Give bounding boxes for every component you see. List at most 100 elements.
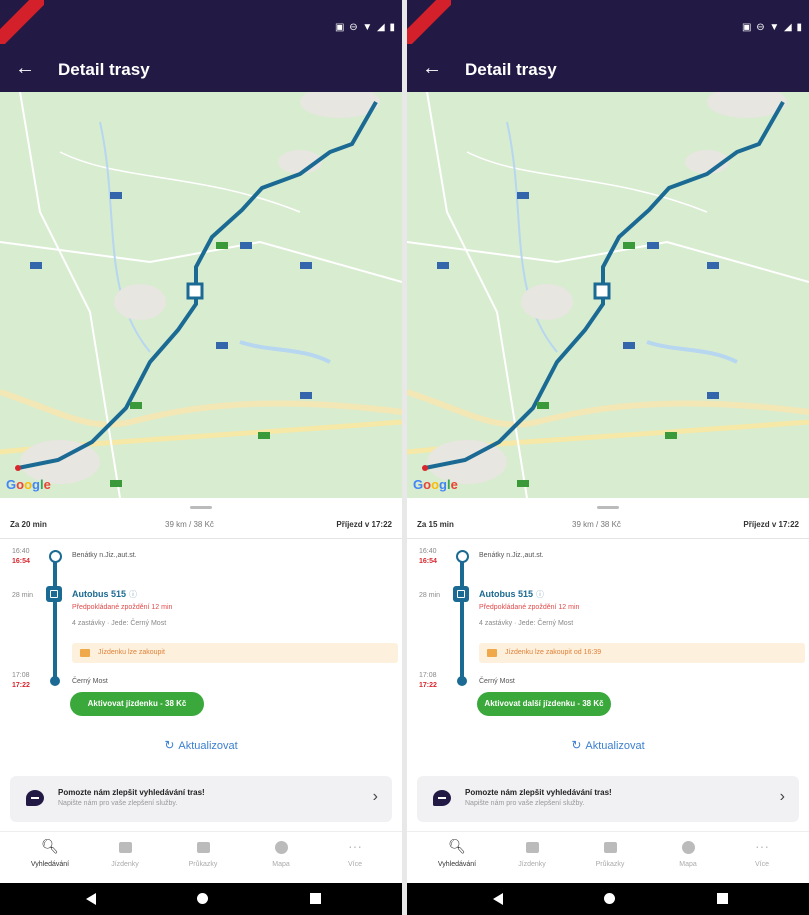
bus-stop-marker[interactable]: [593, 282, 611, 300]
departure-in: Za 20 min: [10, 520, 47, 529]
nav-search[interactable]: 🔍︎ Vyhledávání: [15, 838, 85, 868]
end-stop-name[interactable]: Černý Most: [479, 678, 515, 685]
distance-price: 39 km / 38 Kč: [572, 520, 621, 529]
phone-screen-left: ▣ ⊖ ▼ ◢ ▮ ← Detail trasy Google Za 20 mi…: [0, 0, 402, 915]
nav-map[interactable]: Mapa: [653, 838, 723, 868]
nav-search[interactable]: 🔍︎ Vyhledávání: [422, 838, 492, 868]
stops-count[interactable]: 4 zastávky · Jede: Černý Most: [72, 620, 166, 627]
back-arrow-icon[interactable]: ←: [12, 55, 38, 81]
end-stop-dot: [50, 676, 60, 686]
system-navigation-bar: [0, 883, 402, 915]
refresh-icon: ↻: [164, 738, 175, 752]
delay-warning: Předpokládané zpoždění 12 min: [479, 604, 580, 611]
stops-count[interactable]: 4 zastávky · Jede: Černý Most: [479, 620, 573, 627]
map-canvas[interactable]: [0, 92, 402, 498]
back-arrow-icon[interactable]: ←: [419, 55, 445, 81]
more-icon: ···: [348, 838, 362, 854]
status-icons: ▣ ⊖ ▼ ◢ ▮: [741, 22, 803, 33]
status-bar: ▣ ⊖ ▼ ◢ ▮: [0, 0, 402, 48]
delay-warning: Předpokládané zpoždění 12 min: [72, 604, 173, 611]
sheet-drag-handle[interactable]: [597, 506, 619, 509]
debug-ribbon: [0, 0, 44, 44]
ticket-icon: [80, 649, 90, 657]
page-title: Detail trasy: [465, 60, 557, 79]
info-icon[interactable]: ⓘ: [536, 590, 544, 599]
refresh-button[interactable]: ↻ Aktualizovat: [407, 738, 809, 752]
bottom-navigation: 🔍︎ Vyhledávání Jízdenky Průkazky Mapa ···…: [0, 831, 402, 884]
compass-icon: [274, 841, 288, 854]
system-back-icon[interactable]: [493, 893, 503, 905]
nav-more[interactable]: ··· Více: [727, 838, 797, 868]
ticket-notice: Jízdenku lze zakoupit: [72, 643, 398, 663]
chevron-right-icon: ›: [372, 788, 378, 805]
bus-icon: [453, 586, 469, 602]
page-title: Detail trasy: [58, 60, 150, 79]
chat-icon: [26, 790, 44, 806]
nav-more[interactable]: ··· Více: [320, 838, 390, 868]
status-icons: ▣ ⊖ ▼ ◢ ▮: [334, 22, 396, 33]
system-home-icon[interactable]: [604, 893, 615, 904]
system-back-icon[interactable]: [86, 893, 96, 905]
bus-line-link[interactable]: Autobus 515 ⓘ: [72, 589, 137, 600]
notice-text: Jízdenku lze zakoupit: [98, 649, 165, 656]
refresh-icon: ↻: [571, 738, 582, 752]
nav-tickets[interactable]: Jízdenky: [90, 838, 160, 868]
search-icon: 🔍︎: [41, 838, 59, 854]
status-bar: ▣ ⊖ ▼ ◢ ▮: [407, 0, 809, 48]
bus-icon: [46, 586, 62, 602]
feedback-card[interactable]: Pomozte nám zlepšit vyhledávání tras! Na…: [417, 776, 799, 822]
chat-icon: [433, 790, 451, 806]
bottom-navigation: 🔍︎ Vyhledávání Jízdenky Průkazky Mapa ···…: [407, 831, 809, 884]
ticket-icon: [487, 649, 497, 657]
route-detail-sheet: Za 20 min 39 km / 38 Kč Příjezd v 17:22 …: [0, 498, 402, 915]
timeline-line: [53, 556, 57, 680]
departure-in: Za 15 min: [417, 520, 454, 529]
actual-departure: 16:54: [12, 558, 30, 565]
ride-duration: 28 min: [12, 592, 34, 599]
bus-line-link[interactable]: Autobus 515 ⓘ: [479, 589, 544, 600]
feedback-title: Pomozte nám zlepšit vyhledávání tras!: [465, 788, 612, 797]
system-home-icon[interactable]: [197, 893, 208, 904]
divider: [0, 538, 402, 539]
nav-passes[interactable]: Průkazky: [575, 838, 645, 868]
actual-departure: 16:54: [419, 558, 437, 565]
refresh-button[interactable]: ↻ Aktualizovat: [0, 738, 402, 752]
feedback-subtitle: Napište nám pro vaše zlepšení služby.: [465, 800, 585, 807]
nav-passes[interactable]: Průkazky: [168, 838, 238, 868]
system-recents-icon[interactable]: [717, 893, 728, 904]
route-map[interactable]: Google: [0, 92, 402, 498]
ride-duration: 28 min: [419, 592, 441, 599]
feedback-card[interactable]: Pomozte nám zlepšit vyhledávání tras! Na…: [10, 776, 392, 822]
nav-map[interactable]: Mapa: [246, 838, 316, 868]
map-canvas[interactable]: [407, 92, 809, 498]
bus-stop-marker[interactable]: [186, 282, 204, 300]
debug-ribbon: [407, 0, 451, 44]
ticket-notice: Jízdenku lze zakoupit od 16:39: [479, 643, 805, 663]
scheduled-arrival: 17:08: [419, 672, 437, 679]
route-detail-sheet: Za 15 min 39 km / 38 Kč Příjezd v 17:22 …: [407, 498, 809, 915]
ticket-icon: [525, 842, 539, 853]
activate-ticket-button[interactable]: Aktivovat jízdenku - 38 Kč: [70, 692, 204, 716]
nav-tickets[interactable]: Jízdenky: [497, 838, 567, 868]
info-icon[interactable]: ⓘ: [129, 590, 137, 599]
destination-dot: [422, 465, 428, 471]
route-summary: Za 15 min 39 km / 38 Kč Příjezd v 17:22: [417, 518, 799, 534]
app-bar: ← Detail trasy: [0, 48, 402, 92]
end-stop-name[interactable]: Černý Most: [72, 678, 108, 685]
system-navigation-bar: [407, 883, 809, 915]
search-icon: 🔍︎: [448, 838, 466, 854]
sheet-drag-handle[interactable]: [190, 506, 212, 509]
start-stop-name[interactable]: Benátky n.Jiz.,aut.st.: [72, 552, 137, 559]
activate-ticket-button[interactable]: Aktivovat další jízdenku - 38 Kč: [477, 692, 611, 716]
system-recents-icon[interactable]: [310, 893, 321, 904]
route-map[interactable]: Google: [407, 92, 809, 498]
start-stop-name[interactable]: Benátky n.Jiz.,aut.st.: [479, 552, 544, 559]
app-bar: ← Detail trasy: [407, 48, 809, 92]
actual-arrival: 17:22: [419, 682, 437, 689]
start-stop-dot: [49, 550, 62, 563]
phone-screen-right: ▣ ⊖ ▼ ◢ ▮ ← Detail trasy Google Za 15 mi…: [407, 0, 809, 915]
start-stop-dot: [456, 550, 469, 563]
google-logo: Google: [413, 477, 458, 492]
scheduled-departure: 16:40: [12, 548, 30, 555]
distance-price: 39 km / 38 Kč: [165, 520, 214, 529]
